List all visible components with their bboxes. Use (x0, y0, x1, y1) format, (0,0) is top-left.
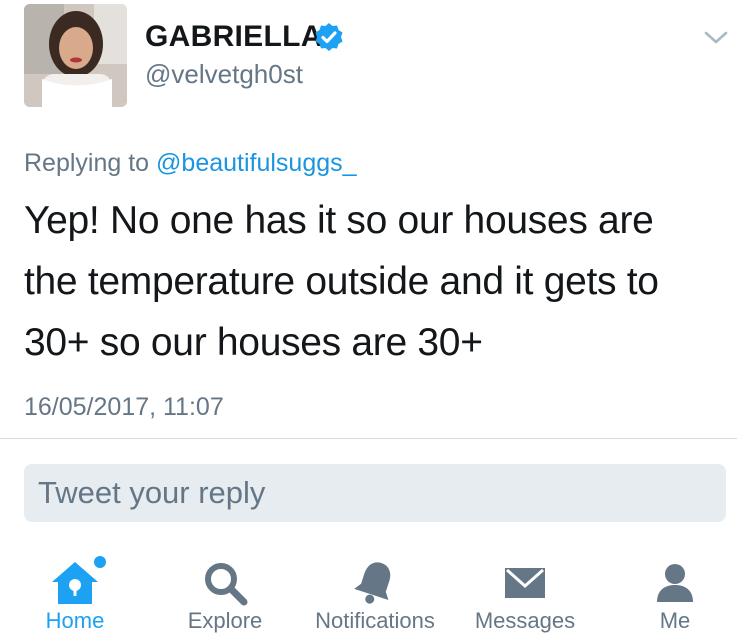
tab-notifications-label: Notifications (315, 608, 435, 633)
replying-to-mention[interactable]: @beautifulsuggs_ (156, 149, 357, 177)
tab-me[interactable]: Me (600, 548, 737, 640)
reply-input[interactable]: Tweet your reply (24, 464, 726, 522)
search-icon (205, 563, 248, 606)
tab-explore[interactable]: Explore (150, 548, 300, 640)
user-handle[interactable]: @velvetgh0st (145, 59, 303, 90)
notification-dot (94, 556, 106, 568)
replying-to: Replying to @beautifulsuggs_ (24, 149, 357, 178)
tab-explore-label: Explore (187, 608, 263, 633)
reply-placeholder: Tweet your reply (38, 475, 266, 510)
tab-home-label: Home (45, 608, 105, 633)
tab-home[interactable]: Home (0, 548, 150, 640)
avatar[interactable] (24, 4, 127, 107)
avatar-photo (24, 4, 127, 107)
home-icon (52, 562, 98, 604)
tab-me-label: Me (659, 608, 691, 633)
tab-notifications[interactable]: Notifications (300, 548, 450, 640)
replying-prefix: Replying to (24, 149, 150, 177)
tab-messages-label: Messages (474, 608, 576, 633)
envelope-icon (505, 568, 545, 598)
verified-badge-icon (315, 23, 343, 51)
chevron-down-icon[interactable] (702, 28, 730, 48)
tweet-timestamp: 16/05/2017, 11:07 (24, 393, 224, 421)
tab-messages[interactable]: Messages (450, 548, 600, 640)
divider (0, 438, 737, 439)
bell-icon (354, 562, 391, 604)
person-icon (657, 564, 693, 602)
tweet-text: Yep! No one has it so our houses are the… (24, 199, 659, 364)
display-name[interactable]: GABRIELLA (145, 20, 323, 54)
